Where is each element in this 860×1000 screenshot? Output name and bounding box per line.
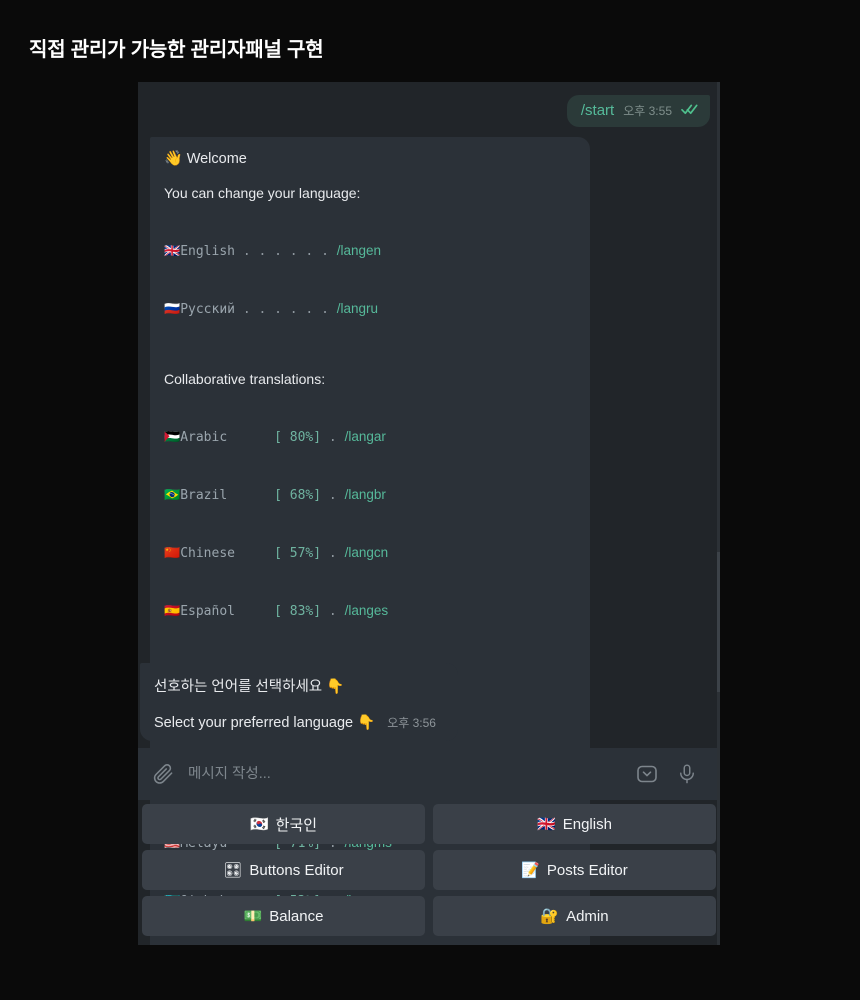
dot-leader: . . . . . . bbox=[242, 244, 329, 259]
language-name: Brazil bbox=[180, 488, 228, 503]
pad-3 bbox=[235, 604, 266, 619]
double-check-icon bbox=[681, 102, 698, 120]
keyboard-button-balance[interactable]: 💵 Balance bbox=[142, 896, 425, 936]
keyboard-button-label: Balance bbox=[269, 907, 324, 925]
waving-hand-icon: 👋 bbox=[164, 150, 183, 167]
keyboard-button-label: Admin bbox=[566, 907, 609, 925]
translation-percent: [ 83%] bbox=[274, 604, 322, 619]
flag-icon: 🇷🇺 bbox=[164, 302, 181, 317]
list-item[interactable]: 🇷🇺Русский . . . . . . /langru bbox=[164, 299, 576, 319]
pad-0 bbox=[227, 430, 266, 445]
chevron-down-box-icon[interactable] bbox=[634, 761, 660, 787]
dot-leader: . bbox=[328, 430, 337, 445]
language-name: Chinese bbox=[180, 546, 235, 561]
language-command-link[interactable]: /langcn bbox=[345, 545, 389, 560]
control-knobs-icon: 🎛 bbox=[223, 861, 243, 879]
dot-leader: . . . . . . bbox=[242, 302, 329, 317]
keyboard-button-label: Buttons Editor bbox=[249, 861, 344, 879]
keyboard-button-korean[interactable]: 🇰🇷 한국인 bbox=[142, 804, 425, 844]
keyboard-button-buttons-editor[interactable]: 🎛 Buttons Editor bbox=[142, 850, 425, 890]
flag-icon: 🇧🇷 bbox=[164, 488, 181, 503]
keyboard-button-label: Posts Editor bbox=[546, 861, 628, 879]
language-command-link[interactable]: /langru bbox=[337, 301, 378, 316]
language-command-link[interactable]: /langen bbox=[337, 243, 381, 258]
outgoing-bubble[interactable]: /start 오후 3:55 bbox=[566, 95, 710, 127]
language-name: Arabic bbox=[180, 430, 228, 445]
welcome-header: 👋 Welcome bbox=[164, 149, 576, 167]
keyboard-button-posts-editor[interactable]: 📝 Posts Editor bbox=[433, 850, 716, 890]
list-item[interactable]: 🇵🇸Arabic [ 80%] . /langar bbox=[164, 427, 576, 447]
page-title: 직접 관리가 가능한 관리자패널 구현 bbox=[29, 39, 324, 61]
message-composer[interactable] bbox=[138, 748, 720, 800]
dot-leader: . bbox=[328, 546, 337, 561]
message-outgoing[interactable]: /start 오후 3:55 bbox=[566, 95, 710, 127]
chat-scrollbar[interactable] bbox=[717, 82, 720, 945]
language-prompt-bottom: Select your preferred language 👇 오후 3:56 bbox=[154, 714, 444, 731]
messages-area[interactable]: /start 오후 3:55 👋 Welcome You can change y… bbox=[138, 82, 720, 945]
memo-icon: 📝 bbox=[521, 861, 540, 879]
paperclip-icon[interactable] bbox=[152, 763, 174, 785]
pad-2 bbox=[235, 546, 266, 561]
translation-percent: [ 80%] bbox=[274, 430, 322, 445]
flag-icon: 🇬🇧 bbox=[537, 815, 556, 833]
outgoing-message-text[interactable]: /start bbox=[581, 102, 614, 119]
flag-icon: 🇵🇸 bbox=[164, 430, 181, 445]
outgoing-message-time: 오후 3:55 bbox=[623, 104, 672, 118]
flag-icon: 🇪🇸 bbox=[164, 604, 181, 619]
microphone-icon[interactable] bbox=[674, 761, 700, 787]
dot-leader: . bbox=[328, 604, 337, 619]
language-prompt-english: Select your preferred language 👇 bbox=[154, 715, 376, 731]
flag-icon: 🇨🇳 bbox=[164, 546, 181, 561]
language-command-link[interactable]: /langbr bbox=[345, 487, 386, 502]
language-command-link[interactable]: /langes bbox=[345, 603, 389, 618]
collaborative-translations-label: Collaborative translations: bbox=[164, 371, 326, 387]
language-prompt-time: 오후 3:56 bbox=[387, 716, 436, 730]
keyboard-button-label: English bbox=[562, 815, 612, 833]
keyboard-button-english[interactable]: 🇬🇧 English bbox=[433, 804, 716, 844]
pad-1 bbox=[227, 488, 266, 503]
keyboard-button-label: 한국인 bbox=[275, 816, 318, 834]
message-language-prompt[interactable]: 선호하는 언어를 선택하세요 👇 Select your preferred l… bbox=[140, 663, 458, 741]
keyboard-button-admin[interactable]: 🔐 Admin bbox=[433, 896, 716, 936]
flag-icon: 🇰🇷 bbox=[249, 815, 269, 833]
chat-scrollbar-thumb[interactable] bbox=[717, 552, 720, 692]
locked-with-key-icon: 🔐 bbox=[540, 907, 560, 925]
welcome-header-text: Welcome bbox=[186, 151, 247, 167]
list-item[interactable]: 🇪🇸Español [ 83%] . /langes bbox=[164, 601, 576, 621]
flag-icon: 🇬🇧 bbox=[164, 244, 181, 259]
list-item[interactable]: 🇬🇧English . . . . . . /langen bbox=[164, 241, 576, 261]
language-name: Español bbox=[180, 604, 235, 619]
translation-percent: [ 57%] bbox=[274, 546, 322, 561]
language-prompt-korean: 선호하는 언어를 선택하세요 👇 bbox=[154, 679, 345, 695]
list-item[interactable]: 🇧🇷Brazil [ 68%] . /langbr bbox=[164, 485, 576, 505]
dot-leader: . bbox=[328, 488, 337, 503]
change-language-label: You can change your language: bbox=[164, 185, 361, 201]
money-icon: 💵 bbox=[243, 907, 263, 925]
primary-language-list: 🇬🇧English . . . . . . /langen 🇷🇺Русский … bbox=[164, 203, 576, 357]
list-item[interactable]: 🇨🇳Chinese [ 57%] . /langcn bbox=[164, 543, 576, 563]
message-input[interactable] bbox=[188, 766, 620, 782]
translation-percent: [ 68%] bbox=[274, 488, 322, 503]
chat-window: /start 오후 3:55 👋 Welcome You can change y… bbox=[138, 82, 720, 945]
language-name: Русский bbox=[180, 302, 235, 317]
language-command-link[interactable]: /langar bbox=[345, 429, 386, 444]
reply-keyboard[interactable]: 🇰🇷 한국인 🇬🇧 English 🎛 Buttons Editor 📝 Pos… bbox=[138, 800, 720, 944]
language-name: English bbox=[180, 244, 235, 259]
